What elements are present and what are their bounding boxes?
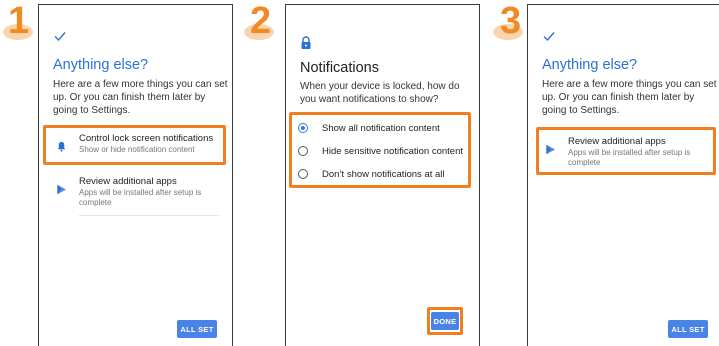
- highlight-box: [43, 125, 226, 165]
- highlight-box: [289, 112, 471, 188]
- lock-icon: [301, 36, 311, 49]
- page-subtitle: Here are a few more things you can set u…: [542, 79, 717, 116]
- screen-notifications: Notifications When your device is locked…: [285, 4, 480, 346]
- page-title: Notifications: [300, 60, 379, 76]
- step-1-badge: 1: [8, 0, 30, 42]
- check-icon: [543, 32, 555, 42]
- step-2-badge: 2: [250, 0, 272, 42]
- page-title: Anything else?: [53, 57, 149, 73]
- item-title: Review additional apps: [79, 176, 177, 187]
- page-subtitle: When your device is locked, how do you w…: [300, 81, 460, 105]
- review-additional-apps-item[interactable]: Review additional apps Apps will be inst…: [47, 173, 225, 211]
- all-set-button[interactable]: ALL SET: [177, 320, 217, 338]
- highlight-box: [427, 307, 463, 335]
- step-3-badge: 3: [500, 0, 522, 42]
- check-icon: [54, 32, 66, 42]
- divider: [79, 215, 219, 216]
- highlight-box: [536, 127, 716, 175]
- screen-anything-else: Anything else? Here are a few more thing…: [38, 4, 233, 346]
- page-subtitle: Here are a few more things you can set u…: [53, 79, 228, 116]
- page-title: Anything else?: [542, 57, 638, 73]
- play-store-icon: [57, 184, 67, 195]
- all-set-button[interactable]: ALL SET: [668, 320, 708, 338]
- item-description: Apps will be installed after setup is co…: [79, 188, 202, 207]
- screen-anything-else-done: Anything else? Here are a few more thing…: [527, 4, 719, 346]
